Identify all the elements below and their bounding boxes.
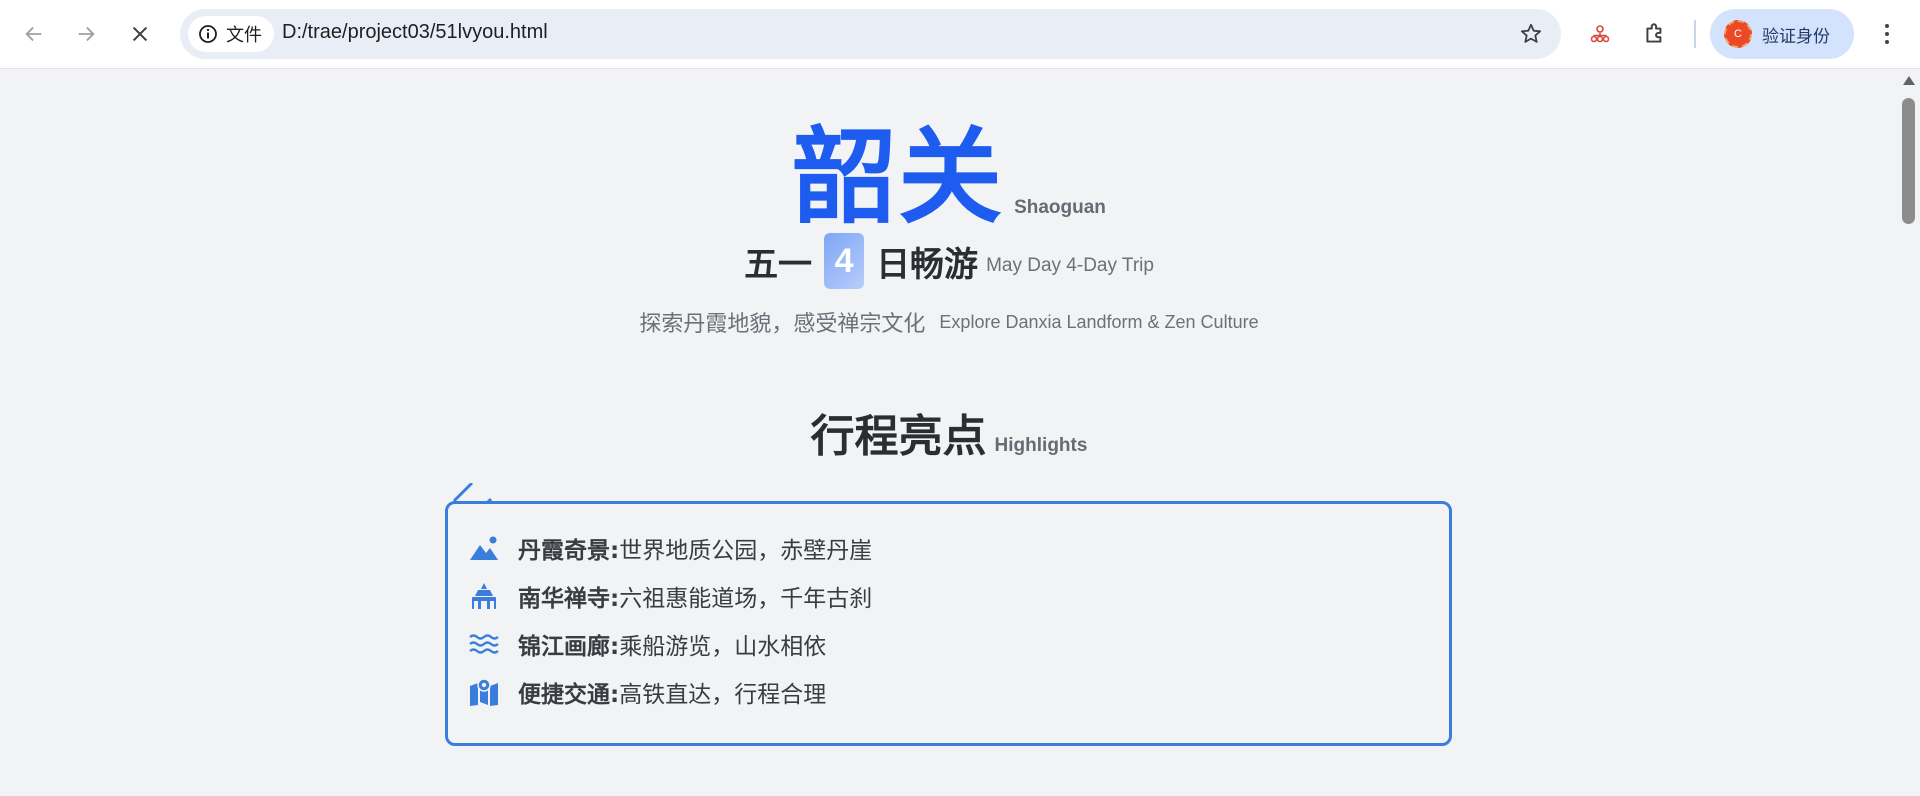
hero-tagline: 探索丹霞地貌，感受禅宗文化 Explore Danxia Landform & … [0, 306, 1898, 338]
site-info-chip[interactable]: 文件 [188, 16, 274, 52]
item-desc: 世界地质公园，赤壁丹崖 [619, 538, 873, 564]
hero-title-en: Shaoguan [1014, 197, 1106, 218]
profile-button[interactable]: C 验证身份 [1710, 9, 1854, 59]
list-item: 南华禅寺: 六祖惠能道场，千年古刹 [468, 572, 872, 620]
site-info-label: 文件 [226, 25, 262, 46]
browser-menu-button[interactable] [1873, 20, 1901, 48]
subtitle-en: May Day 4-Day Trip [986, 255, 1154, 276]
extension-tree-icon[interactable] [1586, 20, 1614, 48]
item-desc: 乘船游览，山水相依 [619, 634, 827, 660]
kebab-dot [1885, 32, 1889, 36]
arrow-right-icon [78, 26, 95, 42]
list-item: 便捷交通: 高铁直达，行程合理 [468, 668, 872, 716]
forward-button[interactable] [66, 14, 106, 54]
back-button[interactable] [14, 14, 54, 54]
hero-title: 韶关 Shaoguan [0, 125, 1898, 229]
address-bar[interactable]: 文件 D:/trae/project03/51lvyou.html [180, 9, 1561, 59]
url-text[interactable]: D:/trae/project03/51lvyou.html [282, 21, 548, 44]
map-pin-icon [468, 676, 500, 708]
temple-icon [468, 580, 500, 612]
hero-subtitle: 五一 4 日畅游 May Day 4-Day Trip [0, 233, 1898, 289]
water-icon [468, 628, 500, 660]
subtitle-suffix: 日畅游 [876, 244, 979, 285]
tagline-cn: 探索丹霞地貌，感受禅宗文化 [639, 312, 926, 337]
highlights-heading: 行程亮点 Highlights [0, 415, 1898, 459]
highlights-card: 丹霞奇景: 世界地质公园，赤壁丹崖 南华禅寺: 六祖惠能道场，千年古刹 锦江画廊… [445, 501, 1452, 746]
item-desc: 高铁直达，行程合理 [619, 682, 827, 708]
toolbar-divider [1694, 20, 1696, 48]
arrow-left-icon [25, 26, 42, 42]
day-count-badge: 4 [824, 233, 865, 289]
avatar: C [1724, 20, 1752, 48]
page-content: 韶关 Shaoguan 五一 4 日畅游 May Day 4-Day Trip … [0, 70, 1898, 796]
tagline-en: Explore Danxia Landform & Zen Culture [939, 311, 1259, 332]
item-desc: 六祖惠能道场，千年古刹 [619, 586, 873, 612]
subtitle-prefix: 五一 [744, 244, 813, 285]
item-title: 锦江画廊: [518, 634, 620, 660]
highlights-list: 丹霞奇景: 世界地质公园，赤壁丹崖 南华禅寺: 六祖惠能道场，千年古刹 锦江画廊… [468, 524, 872, 716]
kebab-dot [1885, 24, 1889, 28]
item-title: 丹霞奇景: [518, 538, 620, 564]
close-icon [132, 26, 148, 42]
mountain-icon [468, 532, 500, 564]
kebab-dot [1885, 40, 1889, 44]
list-item: 锦江画廊: 乘船游览，山水相依 [468, 620, 872, 668]
highlights-heading-cn: 行程亮点 [810, 411, 987, 462]
hero-title-cn: 韶关 [792, 116, 1005, 238]
profile-label: 验证身份 [1762, 26, 1830, 47]
item-title: 南华禅寺: [518, 586, 620, 612]
highlights-heading-en: Highlights [994, 435, 1088, 456]
scroll-up-arrow-icon[interactable] [1903, 76, 1915, 85]
list-item: 丹霞奇景: 世界地质公园，赤壁丹崖 [468, 524, 872, 572]
page-scrollbar[interactable] [1898, 70, 1920, 796]
scroll-thumb[interactable] [1902, 98, 1915, 224]
bookmark-star-icon[interactable] [1519, 22, 1543, 46]
item-title: 便捷交通: [518, 682, 620, 708]
stop-loading-button[interactable] [120, 14, 160, 54]
info-icon [199, 25, 217, 43]
extensions-puzzle-icon[interactable] [1641, 20, 1669, 48]
browser-toolbar: 文件 D:/trae/project03/51lvyou.html C 验证身份 [0, 0, 1920, 69]
